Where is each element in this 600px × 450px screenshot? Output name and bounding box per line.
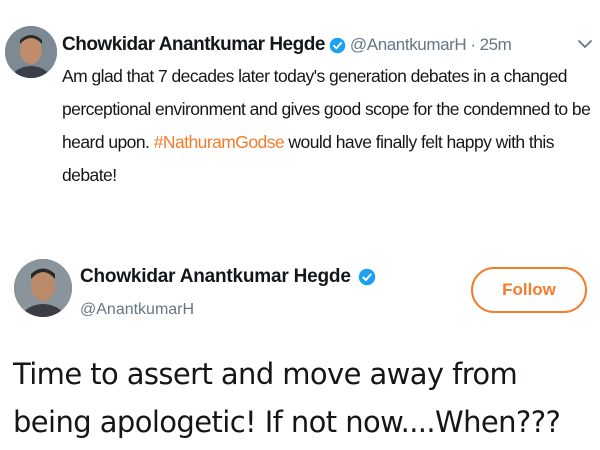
chevron-down-icon[interactable]: [575, 34, 595, 54]
timestamp[interactable]: 25m: [480, 35, 512, 55]
author-name[interactable]: Chowkidar Anantkumar Hegde: [80, 266, 351, 288]
avatar[interactable]: [14, 259, 72, 317]
avatar[interactable]: [5, 26, 57, 78]
separator-dot: ·: [470, 35, 476, 54]
person-photo-icon: [5, 26, 57, 78]
verified-badge-icon: [329, 37, 346, 54]
author-name-row: Chowkidar Anantkumar Hegde: [80, 266, 380, 288]
hashtag-link[interactable]: #NathuramGodse: [154, 132, 285, 152]
verified-badge-icon: [358, 268, 376, 286]
tweet-text: Am glad that 7 decades later today's gen…: [62, 60, 596, 192]
author-handle[interactable]: @AnantkumarH: [80, 301, 194, 319]
tweet-text: Time to assert and move away from being …: [13, 357, 561, 439]
author-name[interactable]: Chowkidar Anantkumar Hegde: [62, 34, 325, 56]
author-handle[interactable]: @AnantkumarH: [350, 35, 467, 55]
follow-button[interactable]: Follow: [471, 267, 587, 313]
tweet-header: Chowkidar Anantkumar Hegde @AnantkumarH …: [62, 32, 512, 58]
person-photo-icon: [14, 259, 72, 317]
